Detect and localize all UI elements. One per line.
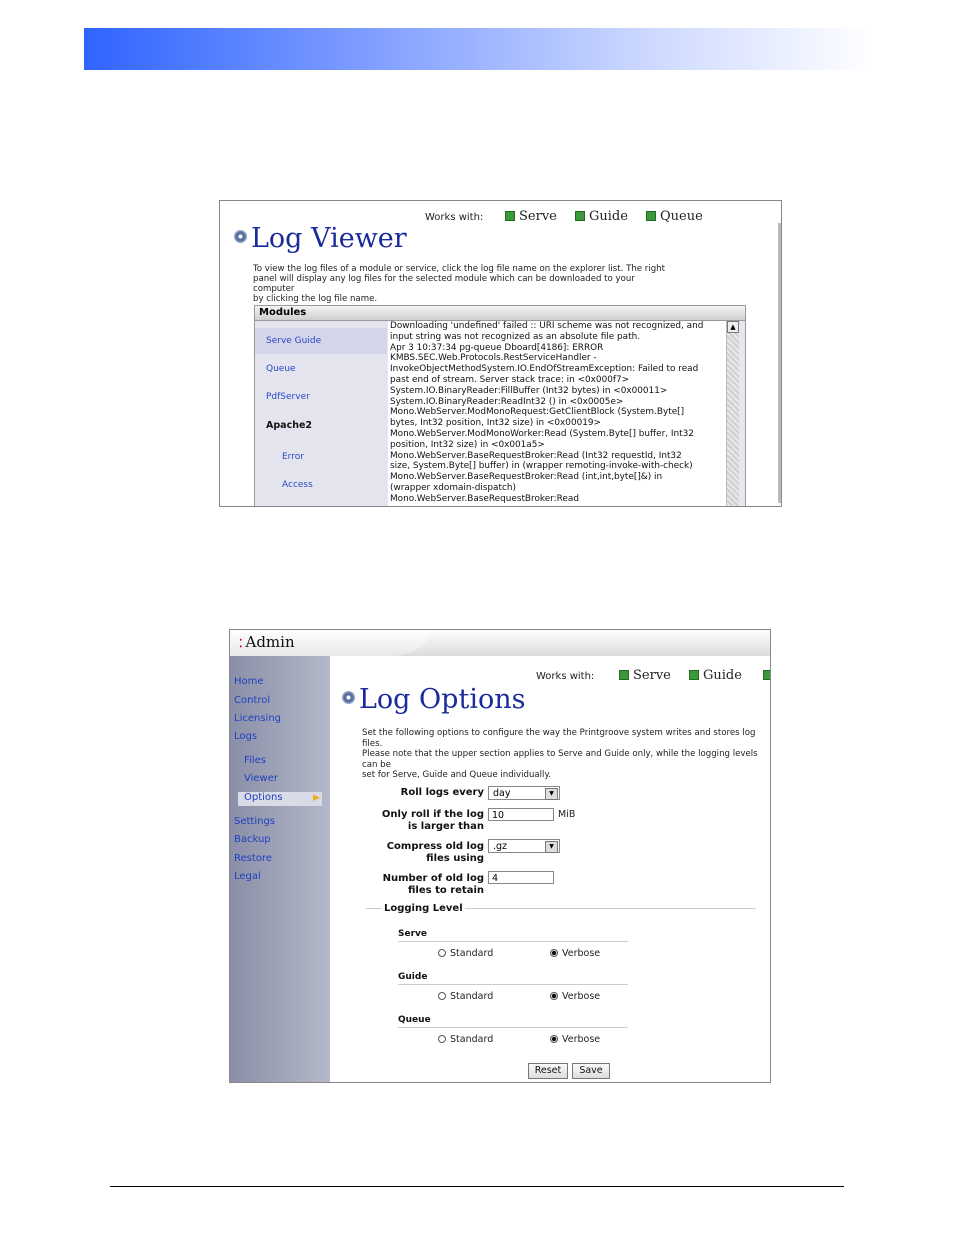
footer-rule: [110, 1186, 844, 1187]
size-unit: MiB: [558, 809, 576, 820]
sidebar-item-options[interactable]: Options: [244, 792, 283, 803]
works-with-label: Works with:: [425, 212, 484, 223]
module-explorer: Serve Guide Queue PdfServer Apache2 Erro…: [255, 321, 387, 506]
gear-icon: [342, 691, 355, 704]
works-with-serve: Serve: [619, 668, 671, 683]
works-with-guide: Guide: [575, 209, 628, 224]
radio-off-icon[interactable]: [438, 991, 446, 1000]
window-edge: [778, 223, 781, 503]
module-item-pdfserver[interactable]: PdfServer: [266, 392, 310, 402]
log-viewer-screenshot: Works with: Serve Guide Queue Log Viewer…: [219, 200, 782, 507]
radio-on-icon[interactable]: [550, 948, 558, 957]
log-text-area[interactable]: Downloading 'undefined' failed :: URI sc…: [388, 321, 728, 506]
retain-label: Number of old log files to retain: [382, 873, 484, 896]
check-icon: [505, 210, 515, 221]
compress-label: Compress old log files using: [386, 841, 484, 864]
works-with-serve: Serve: [505, 209, 557, 224]
page-description: To view the log files of a module or ser…: [253, 264, 665, 304]
modules-panel: Modules Serve Guide Queue PdfServer Apac…: [254, 305, 746, 506]
chevron-down-icon[interactable]: ▼: [545, 841, 558, 853]
page-title: Log Options: [342, 684, 525, 715]
save-button[interactable]: Save: [572, 1063, 610, 1079]
modules-header: Modules: [255, 306, 745, 321]
serve-standard-radio[interactable]: Standard: [438, 948, 493, 959]
level-group-serve: Serve: [398, 929, 427, 939]
group-divider: [398, 1027, 628, 1028]
log-options-screenshot: ⁚ Admin Home Control Licensing Logs Files…: [229, 629, 771, 1083]
sidebar: Home Control Licensing Logs Files Viewer…: [230, 656, 330, 1082]
app-title: ⁚ Admin: [239, 633, 295, 651]
gear-icon: [234, 230, 247, 243]
check-icon: [619, 669, 629, 680]
radio-off-icon[interactable]: [438, 1034, 446, 1043]
sidebar-item-viewer[interactable]: Viewer: [244, 773, 278, 784]
sidebar-item-home[interactable]: Home: [234, 676, 264, 687]
check-icon: [646, 210, 656, 221]
only-roll-size-input[interactable]: 10: [488, 808, 554, 821]
works-with-more: [763, 668, 770, 683]
group-divider: [398, 941, 628, 942]
check-icon: [763, 669, 770, 680]
sidebar-item-backup[interactable]: Backup: [234, 834, 271, 845]
level-group-queue: Queue: [398, 1015, 431, 1025]
page-title: Log Viewer: [234, 223, 407, 254]
log-file-access[interactable]: Access: [282, 480, 313, 490]
compress-select[interactable]: .gz ▼: [488, 839, 560, 853]
sidebar-item-legal[interactable]: Legal: [234, 871, 261, 882]
page-header-bar: [84, 28, 872, 70]
module-item-queue[interactable]: Queue: [266, 364, 296, 374]
serve-verbose-radio[interactable]: Verbose: [550, 948, 600, 959]
radio-off-icon[interactable]: [438, 948, 446, 957]
only-roll-label: Only roll if the log is larger than: [381, 809, 484, 832]
sidebar-item-settings[interactable]: Settings: [234, 816, 275, 827]
check-icon: [689, 669, 699, 680]
log-scrollbar[interactable]: ▲: [726, 321, 739, 506]
log-file-error[interactable]: Error: [282, 452, 304, 462]
page-description: Set the following options to configure t…: [362, 728, 758, 780]
retain-count-input[interactable]: 4: [488, 871, 554, 884]
works-with-guide: Guide: [689, 668, 742, 683]
chevron-down-icon[interactable]: ▼: [545, 788, 558, 800]
reset-button[interactable]: Reset: [528, 1063, 568, 1079]
queue-standard-radio[interactable]: Standard: [438, 1034, 493, 1045]
sidebar-item-control[interactable]: Control: [234, 695, 270, 706]
sidebar-item-restore[interactable]: Restore: [234, 853, 272, 864]
level-group-guide: Guide: [398, 972, 428, 982]
guide-standard-radio[interactable]: Standard: [438, 991, 493, 1002]
check-icon: [575, 210, 585, 221]
module-item-apache2[interactable]: Apache2: [266, 420, 312, 431]
scroll-up-icon[interactable]: ▲: [727, 321, 739, 333]
admin-header: ⁚ Admin: [230, 630, 770, 656]
queue-verbose-radio[interactable]: Verbose: [550, 1034, 600, 1045]
guide-verbose-radio[interactable]: Verbose: [550, 991, 600, 1002]
radio-on-icon[interactable]: [550, 1034, 558, 1043]
radio-on-icon[interactable]: [550, 991, 558, 1000]
logging-level-legend: Logging Level: [382, 903, 465, 914]
sidebar-item-logs[interactable]: Logs: [234, 731, 257, 742]
arrow-right-icon: ▶: [313, 793, 320, 803]
dots-icon: ⁚: [239, 637, 243, 650]
works-with-queue: Queue: [646, 209, 703, 224]
main-content: Works with: Serve Guide Log Options Set …: [332, 656, 770, 1082]
sidebar-item-files[interactable]: Files: [244, 755, 266, 766]
roll-logs-select[interactable]: day ▼: [488, 786, 560, 800]
module-item-serve-guide[interactable]: Serve Guide: [266, 336, 321, 346]
group-divider: [398, 984, 628, 985]
roll-logs-label: Roll logs every: [400, 787, 484, 798]
works-with-label: Works with:: [536, 671, 595, 682]
sidebar-item-licensing[interactable]: Licensing: [234, 713, 281, 724]
